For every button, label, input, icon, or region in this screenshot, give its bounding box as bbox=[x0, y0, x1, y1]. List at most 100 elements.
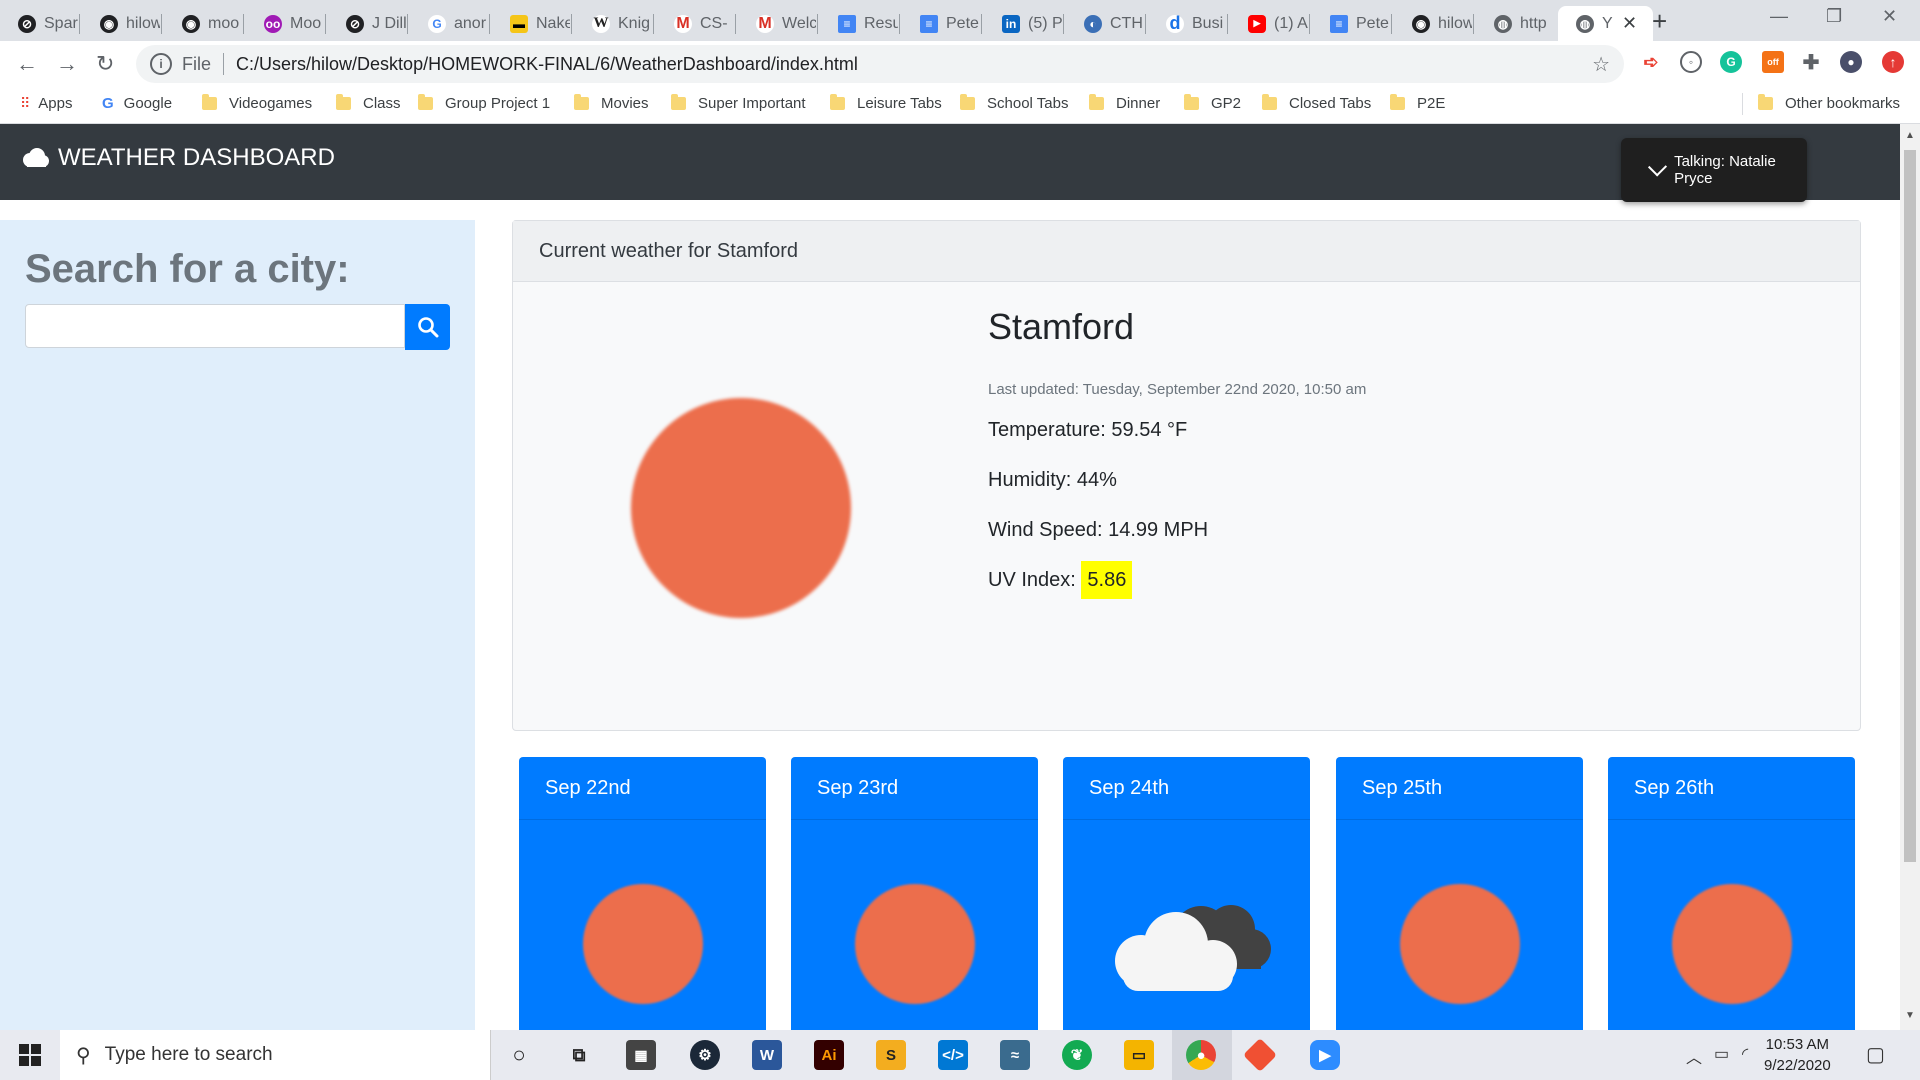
bookmark-folder[interactable]: School Tabs bbox=[960, 94, 1068, 112]
brand-title: WEATHER DASHBOARD bbox=[58, 144, 335, 171]
mysql-icon[interactable]: ≈ bbox=[1000, 1040, 1030, 1070]
brand[interactable]: WEATHER DASHBOARD bbox=[20, 144, 335, 172]
tab[interactable]: ⊘ Spar bbox=[0, 6, 80, 41]
puzzle-icon[interactable]: ✚ bbox=[1800, 51, 1822, 74]
bookmark-google[interactable]: G Google bbox=[102, 95, 172, 112]
bookmark-star-icon[interactable]: ☆ bbox=[1592, 52, 1610, 77]
scroll-down-icon[interactable]: ▼ bbox=[1905, 1010, 1915, 1021]
tab[interactable]: oo Moo bbox=[246, 6, 326, 41]
tab[interactable]: Ganor bbox=[410, 6, 490, 41]
extension-icon[interactable]: ◦ bbox=[1680, 51, 1702, 73]
bookmark-folder[interactable]: Videogames bbox=[202, 94, 312, 112]
talking-label: Talking: Natalie Pryce bbox=[1674, 153, 1776, 187]
folder-icon bbox=[1390, 94, 1405, 110]
forecast-card: Sep 26th bbox=[1608, 757, 1855, 1030]
tab[interactable]: ◉ hilow bbox=[1394, 6, 1474, 41]
forecast-date: Sep 25th bbox=[1336, 757, 1583, 820]
tab[interactable]: M CS- bbox=[656, 6, 736, 41]
scroll-up-icon[interactable]: ▲ bbox=[1905, 130, 1915, 141]
tab-active[interactable]: ◍ Y ✕ bbox=[1558, 6, 1653, 41]
system-clock[interactable]: 10:53 AM 9/22/2020 bbox=[1764, 1034, 1831, 1076]
word-icon[interactable]: W bbox=[752, 1040, 782, 1070]
taskbar-search[interactable]: ⚲ Type here to search bbox=[60, 1030, 491, 1080]
linkedin-icon: in bbox=[1002, 14, 1020, 33]
grammarly-icon[interactable]: G bbox=[1720, 51, 1742, 73]
minimize-icon[interactable]: — bbox=[1770, 6, 1788, 27]
cloudy-icon bbox=[1115, 905, 1271, 991]
tab[interactable]: ▶ (1) A bbox=[1230, 6, 1310, 41]
current-weather-card: Current weather for Stamford Stamford La… bbox=[512, 220, 1861, 731]
search-button[interactable] bbox=[405, 304, 450, 350]
navbar: WEATHER DASHBOARD bbox=[0, 124, 1900, 200]
bookmark-folder[interactable]: Leisure Tabs bbox=[830, 94, 942, 112]
cortana-icon[interactable]: ○ bbox=[504, 1040, 534, 1070]
avatar[interactable]: ● bbox=[1840, 51, 1862, 73]
mongodb-icon[interactable]: ❦ bbox=[1062, 1040, 1092, 1070]
bookmark-apps[interactable]: ⠿ Apps bbox=[20, 95, 72, 112]
tab[interactable]: ◉ hilow bbox=[82, 6, 162, 41]
tab[interactable]: ≡ Pete bbox=[902, 6, 982, 41]
new-tab-icon[interactable]: + bbox=[1652, 6, 1667, 37]
git-icon[interactable] bbox=[1243, 1038, 1277, 1072]
chrome-icon[interactable]: ● bbox=[1186, 1040, 1216, 1070]
reload-icon[interactable]: ↻ bbox=[96, 51, 114, 77]
restore-icon[interactable]: ❐ bbox=[1826, 6, 1842, 27]
city-search-input[interactable] bbox=[25, 304, 405, 348]
task-view-icon[interactable]: ⧉ bbox=[564, 1040, 594, 1070]
folder-icon bbox=[671, 94, 686, 110]
back-icon[interactable]: ← bbox=[16, 51, 38, 77]
close-window-icon[interactable]: ✕ bbox=[1882, 6, 1897, 27]
tab[interactable]: in (5) P bbox=[984, 6, 1064, 41]
forecast-card: Sep 24th bbox=[1063, 757, 1310, 1030]
vscode-icon[interactable]: </> bbox=[938, 1040, 968, 1070]
notifications-icon[interactable]: ▢ bbox=[1866, 1042, 1885, 1067]
close-tab-icon[interactable]: ✕ bbox=[1622, 13, 1637, 34]
address-bar[interactable]: i File C:/Users/hilow/Desktop/HOMEWORK-F… bbox=[136, 45, 1624, 83]
bookmark-folder[interactable]: Movies bbox=[574, 94, 649, 112]
tab[interactable]: d Busi bbox=[1148, 6, 1228, 41]
bookmark-folder[interactable]: Super Important bbox=[671, 94, 806, 112]
steam-icon[interactable]: ⚙ bbox=[690, 1040, 720, 1070]
scrollbar-thumb[interactable] bbox=[1904, 150, 1916, 862]
extension-icon[interactable]: off bbox=[1762, 51, 1784, 73]
tab[interactable]: W Knig bbox=[574, 6, 654, 41]
sublime-icon[interactable]: S bbox=[876, 1040, 906, 1070]
zoom-icon[interactable]: ▶ bbox=[1310, 1040, 1340, 1070]
tab[interactable]: ◉ moo bbox=[164, 6, 244, 41]
folder-icon bbox=[418, 94, 433, 110]
tab[interactable]: ◍ http bbox=[1476, 6, 1556, 41]
forward-icon[interactable]: → bbox=[56, 51, 78, 77]
store-icon[interactable]: ▦ bbox=[626, 1040, 656, 1070]
bookmark-folder[interactable]: Group Project 1 bbox=[418, 94, 550, 112]
docs-icon: ≡ bbox=[838, 14, 856, 33]
tab[interactable]: ≡ Resu bbox=[820, 6, 900, 41]
address-url: C:/Users/hilow/Desktop/HOMEWORK-FINAL/6/… bbox=[236, 53, 858, 74]
forecast-date: Sep 24th bbox=[1063, 757, 1310, 820]
tab[interactable]: ◐ CTH bbox=[1066, 6, 1146, 41]
talking-notification[interactable]: Talking: Natalie Pryce bbox=[1621, 138, 1807, 202]
page-scrollbar[interactable]: ▲ ▼ bbox=[1900, 124, 1920, 1030]
bookmark-folder[interactable]: GP2 bbox=[1184, 94, 1241, 112]
start-button[interactable] bbox=[0, 1030, 60, 1080]
globe-icon: ◐ bbox=[1084, 14, 1102, 33]
wifi-icon[interactable]: ◜ bbox=[1742, 1044, 1748, 1064]
sun-icon bbox=[1400, 884, 1520, 1004]
tab[interactable]: ≡ Pete bbox=[1312, 6, 1392, 41]
bookmark-other[interactable]: Other bookmarks bbox=[1758, 94, 1900, 112]
illustrator-icon[interactable]: Ai bbox=[814, 1040, 844, 1070]
tab[interactable]: ⊘ J Dill bbox=[328, 6, 408, 41]
file-explorer-icon[interactable]: ▭ bbox=[1124, 1040, 1154, 1070]
taskbar-search-placeholder: Type here to search bbox=[104, 1044, 273, 1065]
tab[interactable]: ▬ Nake bbox=[492, 6, 572, 41]
globe-icon: ◍ bbox=[1494, 14, 1512, 33]
info-icon[interactable]: i bbox=[150, 53, 172, 75]
extension-icon[interactable]: ➪ bbox=[1640, 51, 1662, 73]
bookmark-folder[interactable]: Closed Tabs bbox=[1262, 94, 1371, 112]
tab[interactable]: M Welc bbox=[738, 6, 818, 41]
update-icon[interactable]: ↑ bbox=[1882, 51, 1904, 73]
bookmark-folder[interactable]: Class bbox=[336, 94, 401, 112]
bookmark-folder[interactable]: Dinner bbox=[1089, 94, 1160, 112]
battery-icon[interactable]: ▭ bbox=[1714, 1044, 1729, 1064]
chevron-up-icon[interactable]: ︿ bbox=[1686, 1044, 1702, 1068]
bookmark-folder[interactable]: P2E bbox=[1390, 94, 1445, 112]
